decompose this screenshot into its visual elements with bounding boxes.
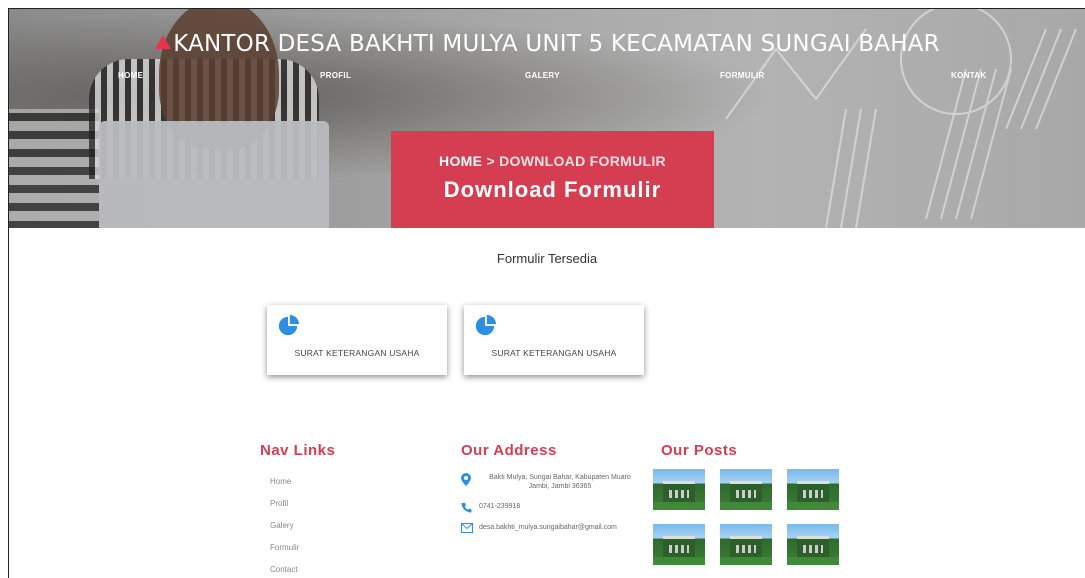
breadcrumb: HOME > DOWNLOAD FORMULIR: [391, 153, 714, 169]
post-thumbnail[interactable]: [720, 524, 772, 565]
phone-icon: [461, 503, 472, 513]
pie-chart-icon: [475, 315, 496, 336]
breadcrumb-home[interactable]: HOME: [439, 153, 482, 169]
site-title-text: KANTOR DESA BAKHTI MULYA UNIT 5 KECAMATA…: [173, 31, 940, 57]
form-card[interactable]: SURAT KETERANGAN USAHA: [267, 305, 447, 375]
post-thumbnail[interactable]: [787, 469, 839, 510]
footer-nav-links: Home Profil Galery Formulir Contact: [270, 477, 299, 578]
post-thumbnail[interactable]: [720, 469, 772, 510]
hero-sleeve-decoration: [9, 109, 99, 228]
map-pin-icon: [461, 473, 471, 486]
nav-links-heading: Nav Links: [260, 442, 336, 459]
pie-chart-icon: [278, 315, 299, 336]
phone-text: 0741-239918: [479, 503, 521, 510]
breadcrumb-box: HOME > DOWNLOAD FORMULIR Download Formul…: [391, 131, 714, 228]
footer-link-profil[interactable]: Profil: [270, 499, 299, 521]
address-heading: Our Address: [461, 442, 557, 459]
email-text[interactable]: desa.bakhti_mulya.sungaibahar@gmail.com: [479, 524, 617, 531]
page-frame: KANTOR DESA BAKHTI MULYA UNIT 5 KECAMATA…: [8, 8, 1085, 578]
form-card[interactable]: SURAT KETERANGAN USAHA: [464, 305, 644, 375]
address-line: Bakti Mulya, Sungai Bahar, Kabupaten Mua…: [461, 473, 641, 491]
mail-icon: [461, 523, 473, 533]
post-thumbnail[interactable]: [653, 524, 705, 565]
form-card-label: SURAT KETERANGAN USAHA: [294, 348, 420, 358]
post-thumbnail[interactable]: [787, 524, 839, 565]
logo-icon: [155, 35, 172, 49]
breadcrumb-current: > DOWNLOAD FORMULIR: [486, 153, 666, 169]
page-title: Download Formulir: [443, 177, 662, 202]
hero-banner: KANTOR DESA BAKHTI MULYA UNIT 5 KECAMATA…: [9, 9, 1085, 228]
nav-formulir[interactable]: FORMULIR: [720, 71, 765, 80]
posts-heading: Our Posts: [661, 442, 738, 459]
form-card-label: SURAT KETERANGAN USAHA: [491, 348, 617, 358]
hero-laptop: [99, 121, 329, 228]
footer-link-galery[interactable]: Galery: [270, 521, 299, 543]
nav-profil[interactable]: PROFIL: [320, 71, 351, 80]
section-title: Formulir Tersedia: [496, 251, 598, 266]
main-nav: HOME PROFIL GALERY FORMULIR KONTAK: [9, 71, 1085, 85]
address-text: Bakti Mulya, Sungai Bahar, Kabupaten Mua…: [489, 474, 631, 490]
nav-home[interactable]: HOME: [118, 71, 143, 80]
nav-kontak[interactable]: KONTAK: [951, 71, 986, 80]
nav-galery[interactable]: GALERY: [525, 71, 560, 80]
site-title[interactable]: KANTOR DESA BAKHTI MULYA UNIT 5 KECAMATA…: [9, 31, 1085, 57]
footer-link-home[interactable]: Home: [270, 477, 299, 499]
footer-link-contact[interactable]: Contact: [270, 565, 299, 578]
footer-link-formulir[interactable]: Formulir: [270, 543, 299, 565]
post-thumbnail[interactable]: [653, 469, 705, 510]
